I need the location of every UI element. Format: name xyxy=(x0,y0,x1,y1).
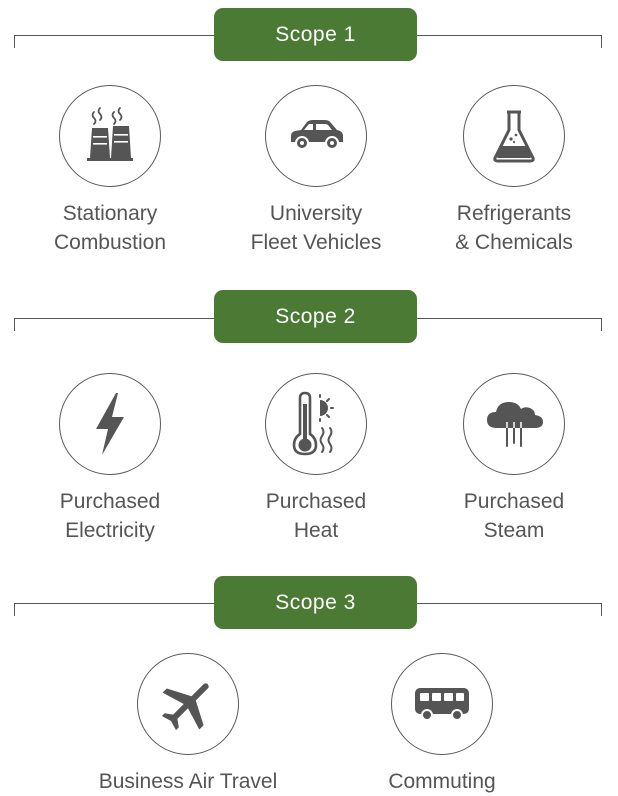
scope-1-header: Scope 1 xyxy=(214,8,417,61)
airplane-icon xyxy=(137,653,239,755)
scope-2-header: Scope 2 xyxy=(214,290,417,343)
fleet-vehicles-item: University Fleet Vehicles xyxy=(216,85,416,257)
purchased-steam-item: Purchased Steam xyxy=(414,373,614,545)
factory-icon xyxy=(59,85,161,187)
car-icon xyxy=(265,85,367,187)
commuting-label: Commuting xyxy=(388,770,496,793)
business-air-travel-label: Business Air Travel xyxy=(98,770,278,793)
thermometer-icon xyxy=(265,373,367,475)
stationary-combustion-item: Stationary Combustion xyxy=(10,85,210,257)
purchased-heat-label: Purchased Heat xyxy=(265,490,367,542)
refrigerants-chemicals-label: Refrigerants & Chemicals xyxy=(455,202,573,254)
lightning-icon xyxy=(59,373,161,475)
bus-icon xyxy=(391,653,493,755)
purchased-heat-item: Purchased Heat xyxy=(216,373,416,545)
purchased-electricity-label: Purchased Electricity xyxy=(59,490,161,542)
purchased-electricity-item: Purchased Electricity xyxy=(10,373,210,545)
steam-cloud-icon xyxy=(463,373,565,475)
refrigerants-chemicals-item: Refrigerants & Chemicals xyxy=(414,85,614,257)
purchased-steam-label: Purchased Steam xyxy=(463,490,565,542)
business-air-travel-item: Business Air Travel xyxy=(88,653,288,796)
fleet-vehicles-label: University Fleet Vehicles xyxy=(250,202,382,254)
flask-icon xyxy=(463,85,565,187)
scope-3-header: Scope 3 xyxy=(214,576,417,629)
stationary-combustion-label: Stationary Combustion xyxy=(53,202,167,254)
commuting-item: Commuting xyxy=(342,653,542,796)
